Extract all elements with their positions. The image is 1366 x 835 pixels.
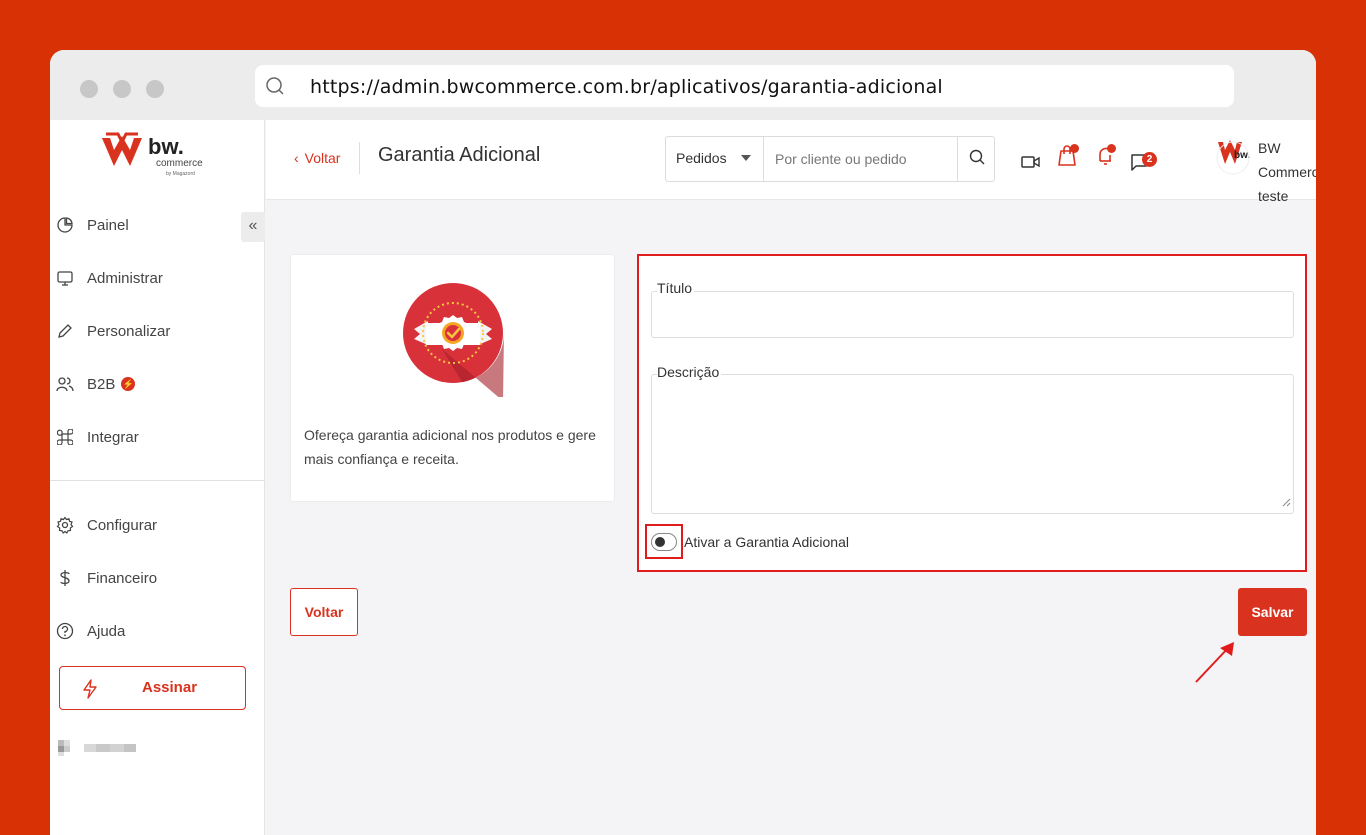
toggle-knob (655, 537, 665, 547)
sidebar-divider (50, 480, 265, 481)
messages-count-badge: 2 (1142, 152, 1157, 167)
svg-text:by Magazord: by Magazord (166, 171, 195, 177)
sidebar-item-administrar[interactable]: Administrar (50, 263, 250, 293)
back-link[interactable]: ‹ Voltar (294, 150, 340, 166)
search-scope-value: Pedidos (676, 150, 727, 166)
svg-text:commerce: commerce (156, 158, 203, 169)
user-menu[interactable]: BW Commerce teste (1258, 136, 1316, 208)
sidebar-item-label: Painel (87, 216, 129, 234)
sidebar-item-b2b[interactable]: B2B ⚡ (50, 369, 250, 399)
svg-text:bw.: bw. (148, 134, 184, 159)
gear-icon (55, 516, 75, 534)
notification-dot (1070, 144, 1079, 153)
search-icon (265, 76, 287, 103)
lightning-icon (82, 679, 98, 703)
sidebar-item-label: B2B (87, 375, 116, 393)
app-info-card: Ofereça garantia adicional nos produtos … (290, 254, 615, 502)
description-label: Descrição (657, 364, 722, 380)
users-icon (55, 376, 75, 392)
activate-warranty-toggle[interactable] (651, 533, 677, 551)
description-field[interactable] (651, 374, 1294, 514)
app-description: Ofereça garantia adicional nos produtos … (304, 427, 596, 467)
brand-logo[interactable]: bw. commerce by Magazord (100, 130, 220, 180)
subscribe-label: Assinar (142, 679, 198, 696)
sidebar-item-label: Ajuda (87, 622, 126, 640)
toggle-label: Ativar a Garantia Adicional (684, 534, 849, 550)
arrow-annotation-icon (1190, 636, 1240, 691)
sidebar-item-label: Integrar (87, 428, 139, 446)
cart-notification-icon[interactable] (1056, 144, 1080, 168)
lightning-badge-icon: ⚡ (121, 377, 136, 391)
dollar-icon (55, 569, 75, 587)
page-title: Garantia Adicional (378, 144, 541, 166)
video-icon[interactable] (1019, 150, 1043, 174)
sidebar-item-painel[interactable]: Painel (50, 210, 250, 240)
sidebar-item-personalizar[interactable]: Personalizar (50, 316, 250, 346)
sidebar-item-label: Financeiro (87, 569, 158, 587)
window-dot[interactable] (113, 80, 131, 98)
back-link-label: Voltar (304, 150, 341, 166)
sidebar: bw. commerce by Magazord « Painel Admini… (50, 120, 265, 835)
window-dot[interactable] (80, 80, 98, 98)
url-text: https://admin.bwcommerce.com.br/aplicati… (310, 76, 943, 98)
caret-down-icon (741, 155, 751, 161)
address-bar[interactable]: https://admin.bwcommerce.com.br/aplicati… (255, 65, 1234, 107)
title-label: Título (657, 280, 695, 296)
help-icon (55, 622, 75, 640)
header-separator (359, 142, 360, 174)
search-input[interactable] (765, 137, 957, 181)
pen-icon (55, 323, 75, 339)
user-name: BW Commerce (1258, 140, 1316, 180)
subscribe-button[interactable]: Assinar (59, 666, 246, 710)
resize-handle-icon[interactable] (1282, 494, 1291, 512)
search-group: Pedidos (665, 136, 995, 182)
sidebar-item-ajuda[interactable]: Ajuda (50, 616, 250, 646)
warranty-badge-icon (402, 271, 504, 402)
save-button[interactable]: Salvar (1238, 588, 1307, 636)
blurred-content (58, 740, 138, 756)
pie-chart-icon (55, 217, 75, 233)
command-icon (55, 429, 75, 445)
chat-icon[interactable]: 2 (1128, 150, 1157, 174)
sidebar-item-configurar[interactable]: Configurar (50, 510, 250, 540)
search-button[interactable] (957, 137, 995, 181)
title-field[interactable] (651, 291, 1294, 338)
search-icon (969, 149, 985, 170)
top-bar: ‹ Voltar Garantia Adicional Pedidos Por … (266, 120, 1316, 204)
bell-icon[interactable] (1094, 144, 1118, 168)
sidebar-item-label: Configurar (87, 516, 158, 534)
sidebar-item-label: Administrar (87, 269, 163, 287)
search-scope-select[interactable]: Pedidos (666, 137, 764, 181)
monitor-icon (55, 270, 75, 286)
sidebar-item-financeiro[interactable]: Financeiro (50, 563, 250, 593)
avatar[interactable]: bw. (1216, 138, 1251, 178)
notification-dot (1107, 144, 1116, 153)
back-button[interactable]: Voltar (290, 588, 358, 636)
sidebar-item-label: Personalizar (87, 322, 171, 340)
window-dot[interactable] (146, 80, 164, 98)
chevron-left-icon: ‹ (294, 150, 299, 166)
user-store: teste (1258, 188, 1289, 204)
browser-chrome: https://admin.bwcommerce.com.br/aplicati… (50, 50, 1316, 120)
browser-window: https://admin.bwcommerce.com.br/aplicati… (50, 50, 1316, 835)
warranty-form: Título Descrição Ativar a Garantia Adici… (637, 254, 1307, 572)
sidebar-item-integrar[interactable]: Integrar (50, 422, 250, 452)
